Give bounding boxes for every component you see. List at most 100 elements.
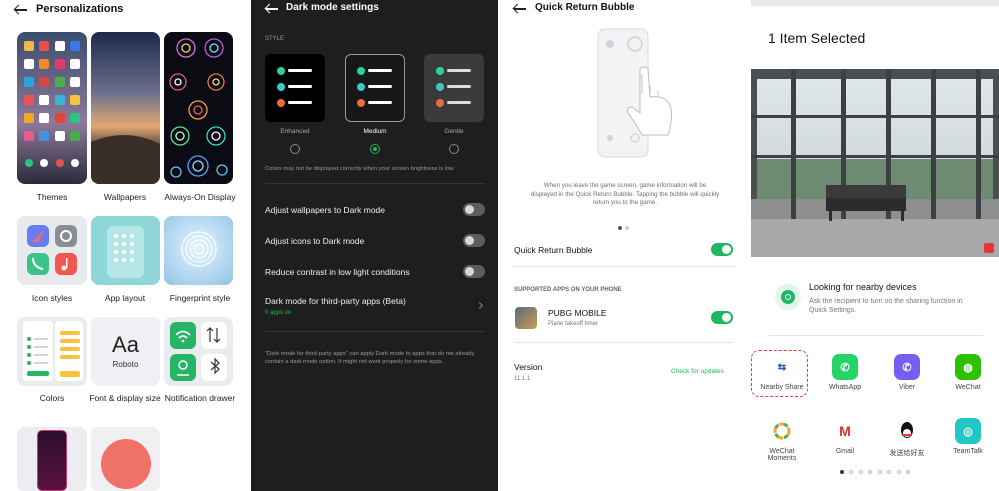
app-layout-tile[interactable] [91, 216, 160, 285]
fingerprint-style-label: Fingerprint style [169, 293, 231, 303]
back-arrow-icon[interactable] [513, 3, 527, 15]
page-title: Quick Return Bubble [535, 2, 635, 13]
style-card-medium[interactable] [345, 54, 405, 122]
radio-medium[interactable] [370, 144, 380, 154]
page-dot [625, 226, 629, 230]
notification-toggles-icon [170, 322, 227, 381]
share-sheet-screen: 1 Item Selected Looking for nearby devic… [751, 0, 999, 491]
font-preview-sample: Aa [112, 332, 139, 357]
always-on-display-label: Always-On Display [164, 192, 236, 202]
personalizations-screen: Personalizations Themes Wallpapers Alway… [0, 0, 248, 491]
share-app-wechat[interactable]: ◍ WeChat [943, 354, 993, 391]
icon-styles-tile[interactable] [17, 216, 87, 285]
wallpapers-tile[interactable] [91, 32, 160, 184]
shared-photo-thumbnail[interactable] [751, 69, 999, 257]
app-layout-label: App layout [104, 293, 146, 303]
style-card-enhanced[interactable] [265, 54, 325, 122]
wallpapers-dark-toggle[interactable] [463, 203, 485, 216]
icon-styles-preview-icon [27, 225, 77, 275]
share-app-label: TeamTalk [953, 448, 983, 455]
selected-check-icon[interactable] [984, 243, 994, 253]
radio-gentle[interactable] [449, 144, 459, 154]
fingerprint-icon [181, 231, 217, 267]
nearby-card: Looking for nearby devices Ask the recip… [769, 271, 983, 331]
font-display-tile[interactable]: Aa Roboto [91, 317, 160, 386]
page-title: Dark mode settings [286, 2, 379, 13]
share-app-label: Viber [898, 384, 916, 391]
pubg-toggle[interactable] [711, 311, 733, 324]
icons-dark-toggle[interactable] [463, 234, 485, 247]
nearby-title: Looking for nearby devices [809, 282, 917, 292]
divider [265, 183, 485, 184]
divider [514, 342, 734, 343]
reduce-contrast-label: Reduce contrast in low light conditions [265, 267, 410, 277]
check-updates-link[interactable]: Check for updates [671, 368, 724, 375]
whatsapp-icon: ✆ [832, 354, 858, 380]
viber-icon: ✆ [894, 354, 920, 380]
style-card-gentle[interactable] [424, 54, 484, 122]
teamtalk-icon: ◎ [955, 418, 981, 444]
share-app-teamtalk[interactable]: ◎ TeamTalk [943, 418, 993, 455]
app-name: PUBG MOBILE [548, 308, 607, 318]
highlight-box [751, 350, 808, 397]
third-party-footnote: "Dark mode for third-party apps" can app… [265, 351, 475, 365]
share-app-label: WeChat [955, 384, 981, 391]
share-app-label: Gmail [835, 448, 855, 455]
style-preview-icon [277, 67, 312, 107]
colors-tile[interactable] [17, 317, 87, 386]
quick-return-screen: Quick Return Bubble When you leave the g… [500, 0, 748, 491]
reduce-contrast-toggle[interactable] [463, 265, 485, 278]
gmail-icon: M [832, 418, 858, 444]
app-grid-icon [107, 226, 144, 278]
back-arrow-icon[interactable] [14, 4, 28, 16]
color-palette-icon [23, 321, 83, 381]
divider [514, 266, 734, 267]
share-app-label: WeChat Moments [767, 448, 797, 462]
version-value: 11.1.1 [514, 376, 531, 382]
font-display-label: Font & display size [89, 393, 161, 403]
share-pagination [840, 470, 910, 474]
icon-styles-label: Icon styles [31, 293, 73, 303]
share-app-whatsapp[interactable]: ✆ WhatsApp [820, 354, 870, 391]
animation-preview-tile[interactable] [91, 427, 160, 491]
selection-title: 1 Item Selected [768, 30, 866, 46]
fingerprint-style-tile[interactable] [164, 216, 233, 285]
brightness-note: Colors may not be displayed correctly wh… [265, 166, 455, 172]
bubble-toggle[interactable] [711, 243, 733, 256]
style-preview-icon [357, 67, 392, 107]
wallpapers-label: Wallpapers [103, 192, 147, 202]
wallpaper-landscape-icon [91, 134, 160, 184]
wallpapers-dark-label: Adjust wallpapers to Dark mode [265, 205, 386, 215]
colors-label: Colors [39, 393, 65, 403]
status-strip [751, 0, 999, 6]
notification-drawer-tile[interactable] [164, 317, 233, 386]
qq-icon [894, 418, 920, 444]
always-on-display-tile[interactable] [164, 32, 233, 184]
themes-tile[interactable] [17, 32, 87, 184]
third-party-count: 0 apps on [265, 310, 292, 316]
style-label-gentle: Gentle [444, 128, 464, 135]
share-app-qq[interactable]: 发送给好友 [882, 418, 932, 458]
notification-drawer-label: Notification drawer [164, 393, 236, 403]
third-party-label[interactable]: Dark mode for third-party apps (Beta) [265, 296, 406, 306]
style-label-medium: Medium [363, 128, 387, 135]
radio-enhanced[interactable] [290, 144, 300, 154]
font-preview-name: Roboto [112, 360, 139, 369]
nearby-subtitle: Ask the recipient to turn on the sharing… [809, 298, 963, 314]
page-title: Personalizations [36, 3, 124, 15]
bubble-toggle-label: Quick Return Bubble [514, 245, 593, 255]
share-app-gmail[interactable]: M Gmail [820, 418, 870, 455]
pubg-app-icon [515, 307, 537, 329]
phone-tap-illustration-icon [597, 28, 673, 158]
themes-preview-icon [24, 41, 80, 167]
page-dot-active [618, 226, 622, 230]
back-arrow-icon[interactable] [265, 3, 279, 15]
theme-preview-tile[interactable] [17, 427, 87, 491]
app-subtitle: Plane takeoff timer [548, 321, 598, 327]
chevron-right-icon[interactable] [475, 301, 484, 310]
share-app-viber[interactable]: ✆ Viber [882, 354, 932, 391]
phone-preview-icon [37, 430, 67, 491]
style-label-enhanced: Enhanced [280, 128, 310, 135]
style-preview-icon [436, 67, 471, 107]
share-app-moments[interactable]: WeChat Moments [757, 418, 807, 462]
